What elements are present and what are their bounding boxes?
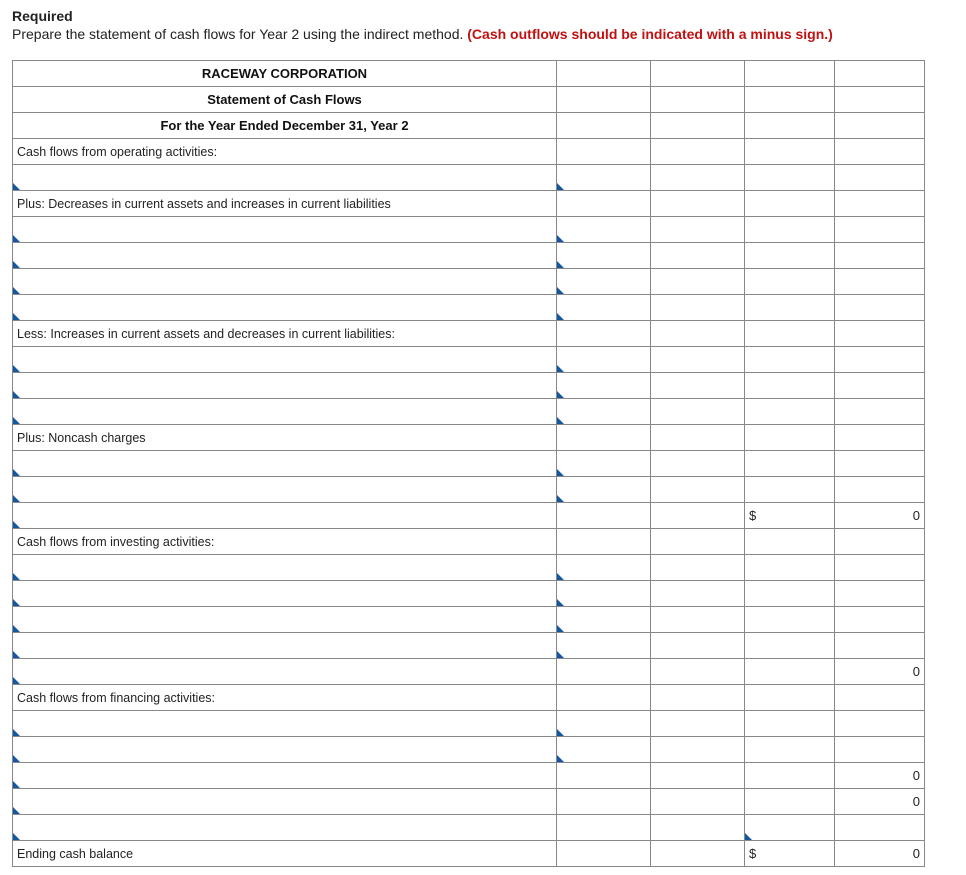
- amount-cell[interactable]: [557, 373, 651, 399]
- dropdown-cell[interactable]: [13, 581, 557, 607]
- amount-cell[interactable]: [557, 165, 651, 191]
- dropdown-cell[interactable]: [13, 347, 557, 373]
- row-operating-activities: Cash flows from operating activities:: [13, 139, 557, 165]
- instructions-hint: (Cash outflows should be indicated with …: [467, 26, 833, 42]
- amount-cell[interactable]: [557, 399, 651, 425]
- header-title: Statement of Cash Flows: [13, 87, 557, 113]
- subtotal-operating: 0: [835, 503, 925, 529]
- header-period: For the Year Ended December 31, Year 2: [13, 113, 557, 139]
- dropdown-cell[interactable]: [13, 555, 557, 581]
- dropdown-cell[interactable]: [13, 373, 557, 399]
- dropdown-cell[interactable]: [13, 477, 557, 503]
- amount-cell[interactable]: [557, 269, 651, 295]
- amount-cell[interactable]: [557, 217, 651, 243]
- net-change-cash: 0: [835, 789, 925, 815]
- dropdown-cell[interactable]: [13, 165, 557, 191]
- instructions-text: Prepare the statement of cash flows for …: [12, 26, 467, 42]
- amount-cell[interactable]: [651, 737, 745, 763]
- instructions-line: Prepare the statement of cash flows for …: [12, 26, 954, 42]
- amount-cell[interactable]: [835, 815, 925, 841]
- dropdown-cell[interactable]: [13, 711, 557, 737]
- dropdown-cell[interactable]: [13, 243, 557, 269]
- amount-cell[interactable]: [557, 243, 651, 269]
- statement-table: RACEWAY CORPORATION Statement of Cash Fl…: [12, 60, 925, 867]
- amount-cell[interactable]: [651, 633, 745, 659]
- currency-symbol: $: [745, 503, 835, 529]
- header-company: RACEWAY CORPORATION: [13, 61, 557, 87]
- amount-cell[interactable]: [651, 165, 745, 191]
- ending-cash-balance: 0: [835, 841, 925, 867]
- dropdown-cell[interactable]: [13, 269, 557, 295]
- amount-cell[interactable]: [557, 555, 651, 581]
- dropdown-cell[interactable]: [13, 659, 557, 685]
- dropdown-cell[interactable]: [13, 737, 557, 763]
- row-less-increases: Less: Increases in current assets and de…: [13, 321, 557, 347]
- amount-cell[interactable]: [557, 347, 651, 373]
- dropdown-cell[interactable]: [13, 399, 557, 425]
- amount-cell[interactable]: [557, 711, 651, 737]
- dropdown-cell[interactable]: [13, 451, 557, 477]
- amount-cell[interactable]: [557, 295, 651, 321]
- amount-cell[interactable]: [651, 477, 745, 503]
- amount-cell[interactable]: [557, 451, 651, 477]
- amount-cell[interactable]: [557, 737, 651, 763]
- dropdown-cell[interactable]: [13, 503, 557, 529]
- row-investing-activities: Cash flows from investing activities:: [13, 529, 557, 555]
- required-heading: Required: [12, 8, 954, 24]
- row-ending-balance: Ending cash balance: [13, 841, 557, 867]
- amount-cell[interactable]: [557, 477, 651, 503]
- dropdown-cell[interactable]: [13, 633, 557, 659]
- amount-cell[interactable]: [557, 139, 651, 165]
- dropdown-cell[interactable]: [13, 763, 557, 789]
- dropdown-cell[interactable]: [13, 607, 557, 633]
- dropdown-cell[interactable]: [13, 217, 557, 243]
- amount-cell[interactable]: [745, 815, 835, 841]
- subtotal-financing: 0: [835, 763, 925, 789]
- dropdown-cell[interactable]: [13, 789, 557, 815]
- dropdown-cell[interactable]: [13, 295, 557, 321]
- amount-cell[interactable]: [557, 633, 651, 659]
- amount-cell[interactable]: [557, 607, 651, 633]
- row-plus-decreases: Plus: Decreases in current assets and in…: [13, 191, 557, 217]
- amount-cell[interactable]: [651, 815, 745, 841]
- dropdown-cell[interactable]: [13, 815, 557, 841]
- subtotal-investing: 0: [835, 659, 925, 685]
- amount-cell[interactable]: [557, 581, 651, 607]
- currency-symbol: $: [745, 841, 835, 867]
- row-financing-activities: Cash flows from financing activities:: [13, 685, 557, 711]
- row-plus-noncash: Plus: Noncash charges: [13, 425, 557, 451]
